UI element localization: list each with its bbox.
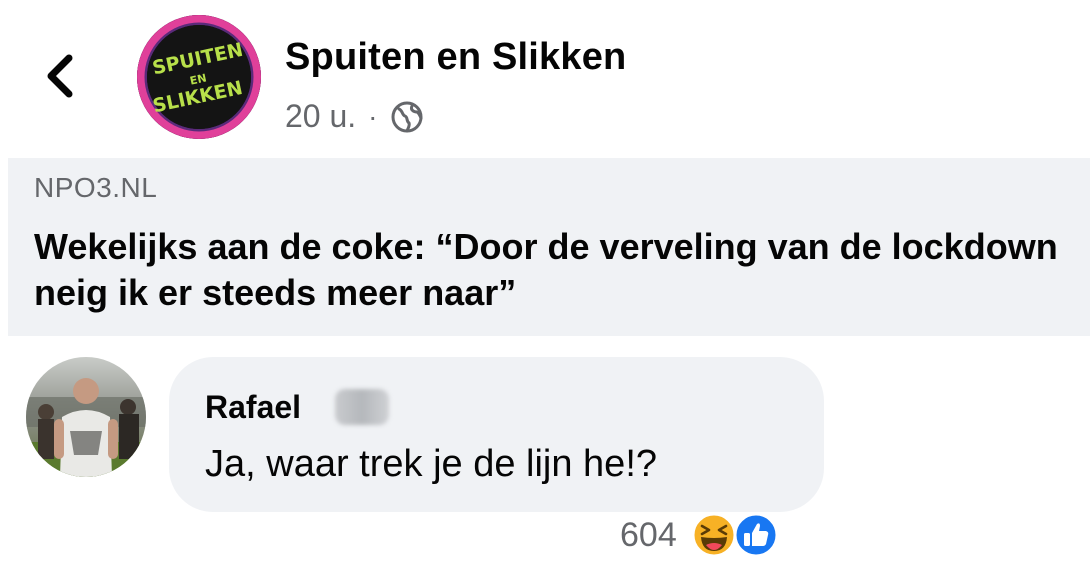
chevron-left-icon [47,54,73,98]
page-avatar[interactable]: SPUITEN EN SLIKKEN [137,15,261,139]
reaction-count: 604 [620,515,677,554]
page-name[interactable]: Spuiten en Slikken [285,36,626,79]
post-meta: 20 u. · [285,98,424,135]
post-time[interactable]: 20 u. [285,98,356,135]
like-icon [733,512,779,558]
blurred-surname [335,389,389,425]
meta-separator: · [368,100,378,132]
comment-bubble[interactable]: Rafael Ja, waar trek je de lijn he!? [169,357,824,512]
comment-text: Ja, waar trek je de lijn he!? [205,443,658,485]
globe-icon [391,101,422,132]
profile-photo [26,357,146,477]
page-logo: SPUITEN EN SLIKKEN [137,15,261,139]
link-title: Wekelijks aan de coke: “Door de vervelin… [34,226,1058,313]
commenter-name[interactable]: Rafael [205,389,301,426]
reaction-icons [691,510,787,560]
haha-icon [691,512,737,558]
back-button[interactable] [40,52,80,100]
link-preview[interactable]: NPO3.NL Wekelijks aan de coke: “Door de … [8,158,1090,336]
comment-reactions[interactable]: 604 [620,510,787,560]
link-domain: NPO3.NL [34,172,158,203]
commenter-avatar[interactable] [26,357,146,477]
